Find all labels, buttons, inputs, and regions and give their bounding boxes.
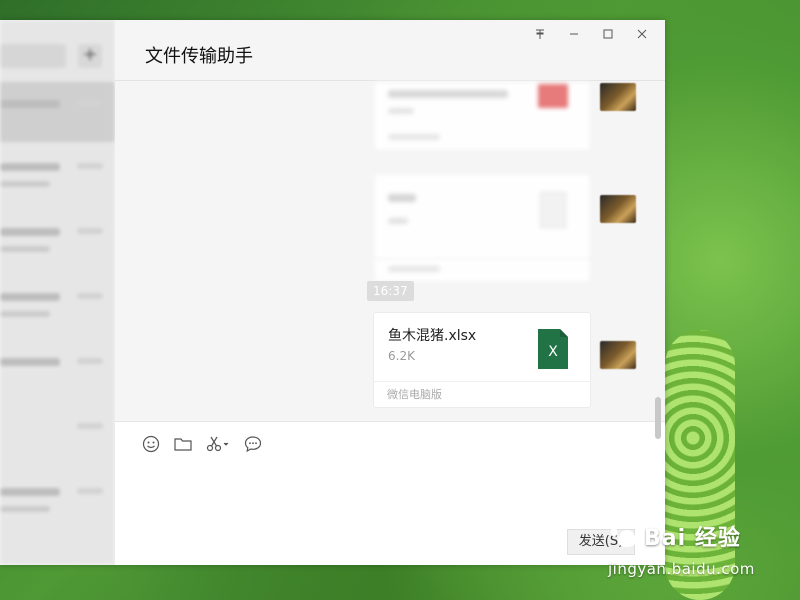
file-source: 微信电脑版 [374,381,590,407]
file-message[interactable]: 鱼木混猪.xlsx 6.2K X 微信电脑版 [373,312,591,408]
svg-text:X: X [548,344,558,360]
close-icon[interactable] [625,24,659,48]
avatar[interactable] [600,195,636,223]
message-list: 16:37 鱼木混猪.xlsx 6.2K X 微信电脑版 [115,81,665,421]
input-toolbar [141,434,263,454]
message-timestamp: 16:37 [367,281,414,301]
watermark-url: jingyan.baidu.com [608,560,755,578]
file-name: 鱼木混猪.xlsx [388,328,477,344]
avatar[interactable] [600,83,636,111]
baidu-watermark: Bai 经验 jingyan.baidu.com [608,512,798,582]
list-item[interactable] [0,470,115,530]
chat-header: 文件传输助手 [115,20,665,81]
avatar[interactable] [600,341,636,369]
list-item[interactable] [0,82,115,142]
file-size: 6.2K [388,349,415,363]
minimize-icon[interactable] [557,24,591,48]
wechat-window: + 文件传输助手 16:37 鱼木混猪.xlsx 6.2K X 微信电脑版 发送… [0,20,665,565]
search-input[interactable] [0,44,66,68]
file-message[interactable] [373,81,591,151]
file-message[interactable] [373,173,591,283]
excel-file-icon: X [538,329,568,369]
list-item[interactable] [0,145,115,205]
list-item[interactable] [0,405,115,465]
pin-icon[interactable] [523,24,557,48]
list-item[interactable] [0,275,115,335]
list-item[interactable] [0,340,115,400]
scissors-icon[interactable] [205,434,231,454]
window-controls [523,24,659,48]
chat-bubble-icon[interactable] [243,434,263,454]
emoji-icon[interactable] [141,434,161,454]
watermark-brand: Bai 经验 [644,526,741,551]
message-input-area[interactable]: 发送(S) [115,421,665,565]
maximize-icon[interactable] [591,24,625,48]
add-button[interactable]: + [78,44,102,68]
baidu-paw-logo [608,512,648,552]
list-item[interactable] [0,210,115,270]
folder-icon[interactable] [173,434,193,454]
contact-sidebar: + [0,20,115,565]
chat-title: 文件传输助手 [145,46,253,67]
message-scrollbar[interactable] [655,397,661,439]
